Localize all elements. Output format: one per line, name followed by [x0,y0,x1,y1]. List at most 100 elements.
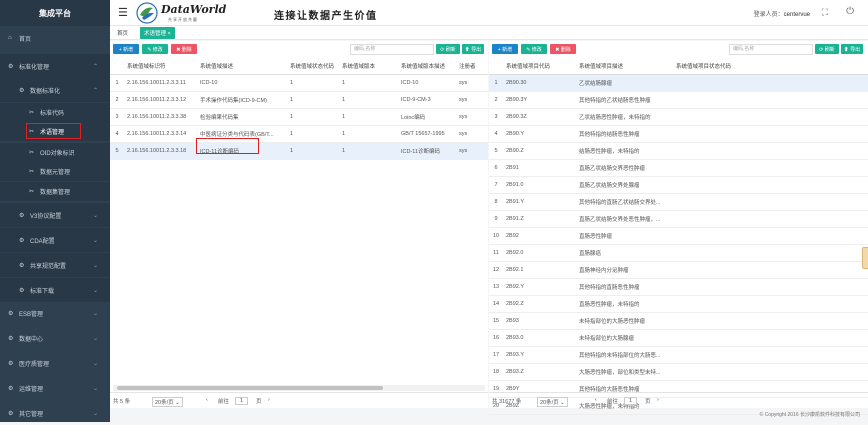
sidebar-item-label: 标准化管理 [19,64,50,71]
column-header[interactable]: 系统值域版本描述 [398,58,456,75]
table-row[interactable]: 17 2B93.Y 其他特指的未特指部位的大肠恶... [489,346,868,364]
column-header[interactable]: 系统值域状态代码 [287,58,339,75]
menu-toggle-icon[interactable]: ☰ [118,6,128,19]
sidebar-item[interactable]: ✂ 数据元管理 [0,162,110,181]
table-cell: 2 [110,91,124,109]
export-button[interactable]: ⬆ 导出 [841,44,863,54]
table-row[interactable]: 16 2B93.0 未特指部位的大肠腺瘤 [489,329,868,347]
table-row[interactable]: 2 2B90.3Y 其他特指的乙状结肠恶性肿瘤 [489,91,868,109]
value-item-table: 系统值域项目代码 系统值域项目描述 系统值域项目状态代码 1 2B90.30 乙状结肠腺… [489,58,868,415]
table-cell: 2B90.30 [503,74,576,92]
search-input[interactable]: 编码,名称 [729,44,813,55]
table-row[interactable]: 13 2B92.Y 其他特指的直肠恶性肿瘤 [489,278,868,296]
table-cell [673,329,868,347]
table-row[interactable]: 4 2.16.156.10011.2.3.3.14 中医病证分类与代码表(GB/T.… [110,125,488,143]
column-header[interactable]: 注册者 [456,58,488,75]
gear-icon: ⚙ [8,385,14,392]
platform-title: 集成平台 [0,0,110,26]
table-row[interactable]: 2 2.16.156.10011.2.3.3.12 手术操作代码集(ICD-9-CM… [110,91,488,109]
table-row[interactable]: 18 2B93.Z 大肠恶性肿瘤，部位和类型未特... [489,363,868,381]
page-unit: 页 [645,399,651,405]
column-header[interactable]: 系统值域描述 [197,58,287,75]
column-header[interactable] [110,58,124,75]
column-header[interactable]: 系统值域项目代码 [503,58,576,75]
column-header[interactable]: 系统值域项目状态代码 [673,58,868,75]
home-icon: ⌂ [8,35,12,41]
column-header[interactable]: 系统值域版本 [339,58,398,75]
prev-page-button[interactable]: ‹ [206,397,208,403]
tab-term-management[interactable]: 术语管理 × [140,27,175,39]
table-row[interactable]: 3 2.16.156.10011.2.3.3.38 检验编果代码集 1 1 Loinc编码… [110,108,488,126]
page-size-select[interactable]: 20条/页 ⌄ [537,397,568,407]
prev-page-button[interactable]: ‹ [595,397,597,403]
table-row[interactable]: 12 2B92.1 直肠神经内分泌肿瘤 [489,261,868,279]
table-row[interactable]: 15 2B93 未特指部位的大肠恶性肿瘤 [489,312,868,330]
gear-icon: ⚙ [8,410,14,417]
table-row[interactable]: 1 2.16.156.10011.2.3.3.11 ICD-10 1 1 ICD-10 sy… [110,74,488,92]
sidebar-item[interactable]: ⚙ ESB管理 ⌄ [0,301,110,325]
fullscreen-icon[interactable]: ⛶ [822,7,828,18]
sidebar-item[interactable]: ⚙ V3协议配置 ⌄ [0,203,110,227]
sidebar-item[interactable]: ⚙ 其它管理 ⌄ [0,401,110,425]
edit-button[interactable]: ✎ 修改 [521,44,547,54]
table-cell: 9 [489,210,503,228]
side-drawer-handle[interactable] [862,247,868,269]
scroll-thumb[interactable] [117,386,383,390]
table-row[interactable]: 6 2B91 直肠乙状结肠交界恶性肿瘤 [489,159,868,177]
table-row[interactable]: 9 2B91.Z 直肠乙状结肠交界处恶性肿瘤，... [489,210,868,228]
horizontal-scrollbar[interactable] [113,385,485,391]
add-button[interactable]: + 新增 [113,44,139,54]
logout-icon[interactable]: ⏻ [846,6,854,17]
page-input[interactable]: 1 [624,397,638,405]
table-cell: 13 [489,278,503,296]
table-cell [673,295,868,313]
sidebar-item[interactable]: ⚙ 标准下载 ⌄ [0,278,110,302]
table-row[interactable]: 5 2B90.Z 结肠恶性肿瘤，未特指的 [489,142,868,160]
gear-icon: ⚙ [8,63,14,70]
table-row[interactable]: 1 2B90.30 乙状结肠腺瘤 [489,74,868,92]
sidebar-item[interactable]: ✂ 数据集管理 [0,182,110,201]
table-row[interactable]: 5 2.16.156.10011.2.3.3.18 ICD-11诊断编码 1 1 ICD-… [110,142,488,160]
delete-button[interactable]: ✖ 删除 [171,44,197,54]
sidebar-item-label: 数据集管理 [40,190,71,196]
sidebar-item[interactable]: ✂ OID对象标识 [0,143,110,162]
search-input[interactable]: 编码,名称 [350,44,434,55]
delete-button[interactable]: ✖ 删除 [550,44,576,54]
table-row[interactable]: 7 2B91.0 直肠乙状结肠交界处腺瘤 [489,176,868,194]
table-row[interactable]: 10 2B92 直肠恶性肿瘤 [489,227,868,245]
sidebar-item[interactable]: ⚙ 数据中心 ⌄ [0,326,110,350]
column-header[interactable]: 系统值域项目描述 [576,58,673,75]
refresh-button[interactable]: ⟳ 刷新 [815,44,839,54]
tab-home[interactable]: 首页 [113,27,132,39]
table-cell: 2B92.1 [503,261,576,279]
sidebar-item[interactable]: ✂ 标准代码 [0,103,110,122]
sidebar-item[interactable]: ⚙ 共享规范配置 ⌄ [0,253,110,277]
sidebar-item[interactable]: ⚙ CDA配置 ⌄ [0,228,110,252]
sidebar-item-label: 首页 [19,36,32,43]
column-header[interactable]: 系统值域标识符 [124,58,197,75]
sidebar-item[interactable]: ⚙ 运维管理 ⌄ [0,376,110,400]
next-page-button[interactable]: › [268,397,270,403]
table-cell: 2B92 [503,227,576,245]
sidebar-item[interactable]: ⌂ 首页 [0,26,110,50]
chevron-down-icon: ⌄ [92,212,98,219]
refresh-button[interactable]: ⟳ 刷新 [436,44,460,54]
sidebar-item[interactable]: ⚙ 医疗质管理 ⌄ [0,351,110,375]
sidebar-item-label: 数据元管理 [40,170,71,176]
column-header[interactable] [489,58,503,75]
page-input[interactable]: 1 [235,397,249,405]
table-row[interactable]: 14 2B92.Z 直肠恶性肿瘤，未特指的 [489,295,868,313]
export-button[interactable]: ⬆ 导出 [462,44,484,54]
next-page-button[interactable]: › [657,397,659,403]
sidebar-item-label: 标准下载 [30,288,55,295]
table-row[interactable]: 4 2B90.Y 其他特指的结肠恶性肿瘤 [489,125,868,143]
page-size-select[interactable]: 20条/页 ⌄ [152,397,183,407]
add-button[interactable]: + 新增 [492,44,518,54]
edit-button[interactable]: ✎ 修改 [142,44,168,54]
sidebar-item[interactable]: ⚙ 标准化管理 ⌃ [0,54,110,78]
table-cell: 11 [489,244,503,262]
table-row[interactable]: 8 2B91.Y 其他特指的直肠乙状结肠交界处... [489,193,868,211]
table-row[interactable]: 11 2B92.0 直肠腺癌 [489,244,868,262]
table-row[interactable]: 3 2B90.3Z 乙状结肠恶性肿瘤，未特指的 [489,108,868,126]
sidebar-item[interactable]: ⚙ 数据标准化 ⌃ [0,78,110,102]
